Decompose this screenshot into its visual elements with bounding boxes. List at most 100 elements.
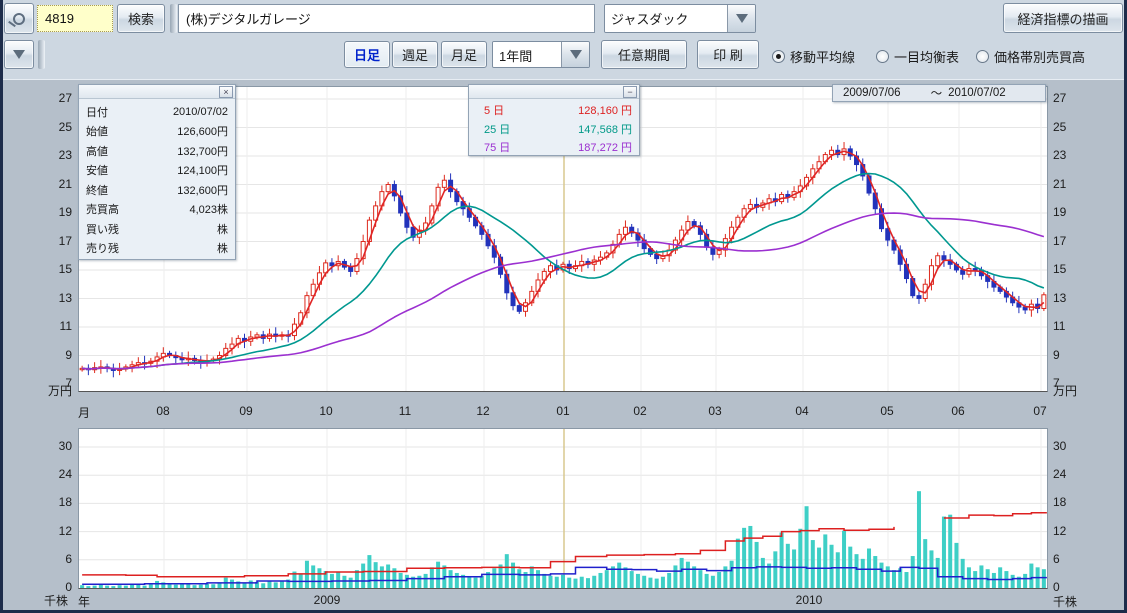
month-axis-label: 09 (224, 404, 268, 418)
ma-legend-label: 25 日 (476, 121, 510, 137)
period-select[interactable]: 1年間 (492, 41, 590, 68)
stock-code-input[interactable] (37, 5, 113, 32)
quote-info-box[interactable]: × 日付2010/07/02始値126,600円高値132,700円安値124,… (78, 84, 236, 260)
market-select-arrow[interactable] (727, 5, 755, 32)
radio-circle-icon (976, 50, 989, 63)
ma-legend-value: 147,568 円 (578, 121, 632, 137)
month-axis-label: 月 (62, 404, 106, 421)
period-select-arrow[interactable] (561, 42, 589, 67)
month-axis-label: 10 (304, 404, 348, 418)
quote-info-value: 126,600円 (177, 123, 228, 139)
price-axis-tick-right: 17 (1053, 235, 1103, 248)
search-icon-button[interactable] (4, 3, 34, 34)
volume-chart (79, 429, 1047, 588)
quote-info-row: 始値 126,600円 (79, 122, 235, 142)
ma-legend-box[interactable]: − 5 日 128,160 円 25 日 147,568 円75 日187,272 円 (468, 84, 640, 156)
minimize-icon[interactable]: − (623, 86, 637, 98)
month-axis-label: 02 (618, 404, 662, 418)
price-axis-tick-left: 21 (22, 178, 72, 191)
price-axis-tick-right: 13 (1053, 292, 1103, 305)
quote-info-label: 日付 (86, 104, 108, 120)
expand-panel-button[interactable] (4, 40, 34, 69)
quote-info-label: 安値 (86, 162, 108, 178)
quote-info-label: 売り残 (86, 240, 119, 256)
month-axis-label: 01 (541, 404, 585, 418)
quote-info-row: 高値132,700円 (79, 141, 235, 161)
date-range-to: 2010/07/02 (942, 87, 1006, 99)
economic-indicator-button[interactable]: 経済指標の描画 (1003, 3, 1123, 33)
price-axis-tick-left: 25 (22, 121, 72, 134)
volume-axis-tick-left: 24 (22, 468, 72, 481)
ma-legend-value: 128,160 円 (578, 102, 632, 118)
toolbar-separator (38, 40, 45, 69)
quote-info-value: 株 (217, 240, 228, 256)
chevron-down-icon (736, 14, 748, 23)
price-axis-tick-left: 9 (22, 349, 72, 362)
volume-axis-tick-left: 6 (22, 553, 72, 566)
volume-axis-unit-left: 千株 (10, 595, 68, 608)
year-axis-label: 年 (62, 593, 106, 610)
tab-daily[interactable]: 日足 (344, 41, 390, 68)
volume-axis-tick-right: 18 (1053, 496, 1103, 509)
radio-ichimoku[interactable]: 一目均衡表 (876, 47, 959, 66)
volume-chart-plot[interactable] (78, 428, 1048, 589)
tab-weekly[interactable]: 週足 (392, 41, 438, 68)
quote-info-rows: 日付2010/07/02始値126,600円高値132,700円安値124,10… (79, 99, 235, 258)
search-button[interactable]: 検索 (117, 4, 165, 33)
quote-info-value: 株 (217, 221, 228, 237)
month-axis-label: 12 (461, 404, 505, 418)
ma-legend-row: 25 日 147,568 円 (469, 120, 639, 139)
volume-axis-tick-left: 12 (22, 525, 72, 538)
quote-info-label: 高値 (86, 143, 108, 159)
radio-price-band-volume[interactable]: 価格帯別売買高 (976, 47, 1085, 66)
quote-info-titlebar[interactable]: × (79, 85, 235, 99)
radio-label: 価格帯別売買高 (994, 47, 1085, 66)
volume-axis-tick-left: 30 (22, 440, 72, 453)
quote-info-row: 安値124,100円 (79, 161, 235, 181)
price-axis-tick-right: 15 (1053, 263, 1103, 276)
price-axis-tick-left: 19 (22, 206, 72, 219)
month-axis-label: 08 (141, 404, 185, 418)
quote-info-label: 終値 (86, 182, 108, 198)
ma-legend-row: 75 日187,272 円 (469, 138, 639, 157)
quote-info-row: 買い残株 (79, 219, 235, 239)
chevron-down-icon (13, 50, 25, 59)
ma-legend-value: 187,272 円 (578, 139, 632, 155)
month-axis-label: 04 (780, 404, 824, 418)
radio-circle-icon (876, 50, 889, 63)
custom-period-button[interactable]: 任意期間 (601, 40, 687, 69)
print-button[interactable]: 印 刷 (697, 40, 759, 69)
price-axis-tick-right: 9 (1053, 349, 1103, 362)
stock-chart-window: 検索 ジャスダック 経済指標の描画 日足 週足 月足 1年間 任意期間 印 刷 … (0, 0, 1127, 613)
price-axis-unit-left: 万円 (22, 385, 72, 398)
market-select-value: ジャスダック (605, 5, 727, 32)
ma-legend-row: 5 日 128,160 円 (469, 101, 639, 120)
price-axis-tick-left: 27 (22, 92, 72, 105)
volume-axis-tick-right: 0 (1053, 581, 1103, 594)
date-range-from: 2009/07/06 (833, 87, 901, 99)
volume-axis-unit-right: 千株 (1053, 596, 1111, 609)
tab-monthly[interactable]: 月足 (441, 41, 487, 68)
radio-moving-average[interactable]: 移動平均線 (772, 47, 855, 66)
stock-name-input[interactable] (178, 4, 595, 33)
price-axis-tick-left: 13 (22, 292, 72, 305)
ma-legend-titlebar[interactable]: − (469, 85, 639, 99)
volume-axis-tick-right: 24 (1053, 468, 1103, 481)
ma-legend-label: 5 日 (476, 102, 504, 118)
price-axis-unit-right: 万円 (1053, 385, 1103, 398)
price-axis-tick-right: 11 (1053, 320, 1103, 333)
close-icon[interactable]: × (219, 86, 233, 98)
quote-info-label: 始値 (86, 123, 108, 139)
month-axis-label: 06 (936, 404, 980, 418)
price-axis-tick-left: 11 (22, 320, 72, 333)
search-icon (13, 13, 25, 25)
quote-info-value: 132,600円 (177, 182, 228, 198)
quote-info-row: 売り残 株 (79, 239, 235, 259)
quote-info-label: 売買高 (86, 201, 119, 217)
year-axis-label: 2010 (787, 593, 831, 607)
radio-circle-icon (772, 50, 785, 63)
month-axis-label: 05 (865, 404, 909, 418)
quote-info-row: 売買高4,023株 (79, 200, 235, 220)
price-axis-tick-left: 15 (22, 263, 72, 276)
market-select[interactable]: ジャスダック (604, 4, 756, 33)
